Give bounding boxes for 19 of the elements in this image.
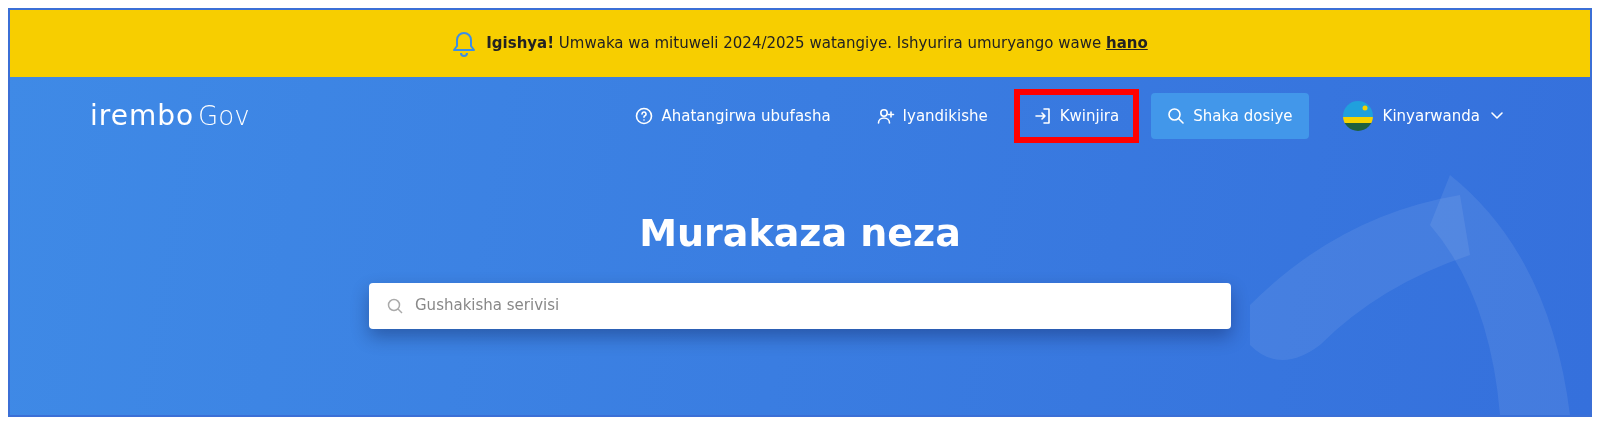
search-icon <box>1167 107 1186 125</box>
bell-icon <box>452 30 477 57</box>
nav-link[interactable]: Iyandikishe <box>862 94 1002 138</box>
search-icon <box>387 297 403 314</box>
page-title: Murakaza neza <box>639 211 961 257</box>
logo-suffix: Gov <box>198 100 250 133</box>
nav-link[interactable]: Ahatangirwa ubufasha <box>621 94 845 138</box>
help-icon <box>635 107 654 125</box>
chevron-down-icon <box>1490 111 1504 121</box>
nav-link[interactable]: Kwinjira <box>1019 94 1134 138</box>
add-user-icon <box>876 107 895 125</box>
flag-icon <box>1342 101 1373 131</box>
language-selector[interactable]: Kinyarwanda <box>1336 100 1510 132</box>
logo-text[interactable]: irembo <box>90 95 195 137</box>
search-button[interactable]: Shaka dosiye <box>1151 92 1309 140</box>
search-bar[interactable]: Gushakisha serivisi <box>369 282 1231 329</box>
announcement-text: Igishya! Umwaka wa mituweli 2024/2025 watangiye. Ishyurira umuryango wawe hano <box>486 33 1148 55</box>
login-icon <box>1033 107 1052 125</box>
link[interactable]: hano <box>1105 34 1148 53</box>
